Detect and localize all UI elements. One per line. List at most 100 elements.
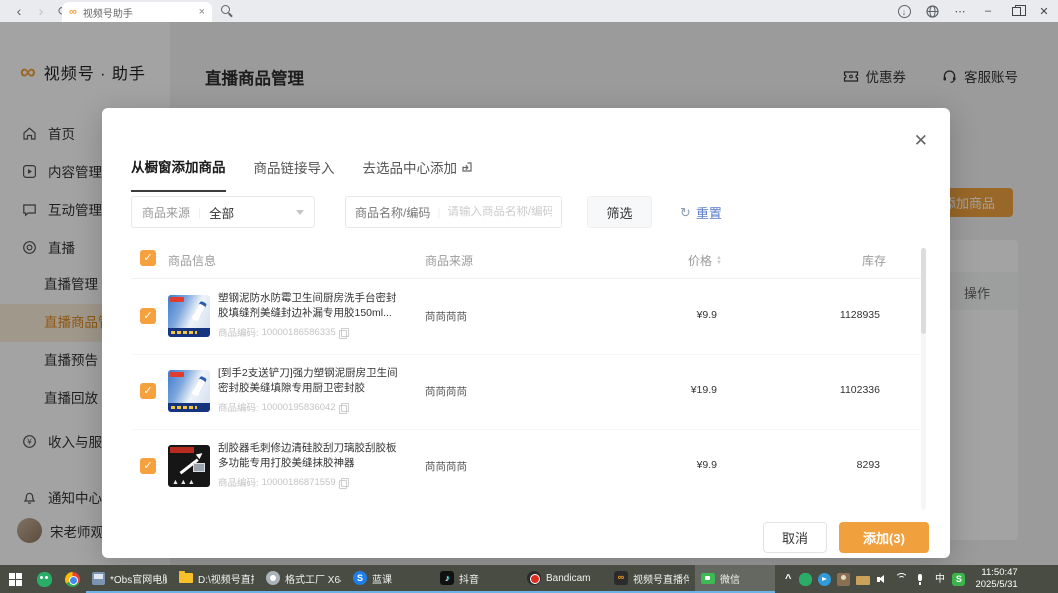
taskbar-item-channels-live[interactable]: ∞ 视频号直播伴侣 [608,565,695,593]
copy-icon[interactable] [339,403,347,412]
modal-scrollbar[interactable] [921,248,926,510]
scrollbar-thumb[interactable] [921,248,926,334]
volume-icon[interactable] [876,573,889,586]
product-stock: 8293 [778,459,880,471]
product-source: 苘苘苘苘 [425,459,467,474]
external-link-icon [461,161,473,173]
modal-footer: 取消 添加(3) [102,522,950,554]
douyin-icon: ♪ [440,571,454,585]
browser-menu-icon[interactable]: ⋯ [946,5,974,18]
product-code: 商品编码: 10000195836042 [218,400,400,414]
cancel-button[interactable]: 取消 [763,522,827,553]
confirm-add-button[interactable]: 添加(3) [839,522,929,553]
product-title: 刮胶器毛刺修边清硅胶刮刀璃胶刮胶板多功能专用打胶美缝抹胶神器 [218,441,400,471]
restore-icon[interactable] [1002,7,1030,16]
product-title: [到手2支送铲刀]强力塑钢泥厨房卫生间密封胶美缝填隙专用厨卫密封胶150M... [218,366,400,396]
product-source: 苘苘苘苘 [425,384,467,399]
add-product-modal: ✕ 从橱窗添加商品 商品链接导入 去选品中心添加 商品来源 | 全部 商品名称/… [102,108,950,558]
table-row[interactable]: ✓ ▲▲▲ 刮胶器毛刺修边清硅胶刮刀璃胶刮胶板多功能专用打胶美缝抹胶神器 商品编… [102,430,950,505]
name-filter-label: 商品名称/编码 [355,204,430,221]
reset-label: 重置 [696,203,722,222]
product-thumbnail [168,295,210,337]
sogou-icon[interactable]: S [952,573,965,586]
product-price: ¥9.9 [659,309,717,321]
taskbar-wechat-icon[interactable] [30,572,58,587]
filter-button[interactable]: 筛选 [587,196,652,228]
tab-add-from-showcase[interactable]: 从橱窗添加商品 [131,156,226,192]
source-select-value: 全部 [209,203,296,222]
taskbar-item-formatfactory[interactable]: 格式工厂 X64 ... [260,565,347,593]
tab-selection-center[interactable]: 去选品中心添加 [363,156,474,192]
copy-icon[interactable] [339,328,347,337]
tab-import-by-link[interactable]: 商品链接导入 [254,156,335,192]
browser-tab[interactable]: ∞ 视频号助手 × [62,2,212,22]
table-row[interactable]: ✓ [到手2支送铲刀]强力塑钢泥厨房卫生间密封胶美缝填隙专用厨卫密封胶150M.… [102,355,950,430]
tray-expand-icon[interactable]: ^ [783,573,793,585]
select-all-checkbox[interactable]: ✓ [140,250,156,266]
clock-time: 11:50:47 [975,567,1017,579]
product-source-select[interactable]: 商品来源 | 全部 [131,196,315,228]
microphone-icon[interactable] [914,573,927,586]
source-select-label: 商品来源 [142,204,190,221]
obs-icon [92,572,105,585]
taskbar-chrome-icon[interactable] [58,572,86,587]
close-icon[interactable]: ✕ [1030,5,1058,18]
bandicam-icon [527,571,541,585]
browser-forward-icon[interactable]: › [30,3,52,19]
column-header-stock: 库存 [862,252,886,269]
price-sort-icon[interactable]: ▲▼ [716,256,722,266]
product-stock: 1128935 [778,309,880,321]
system-tray: ^ 中 S [783,573,965,586]
row-checkbox[interactable]: ✓ [140,308,156,324]
window-controls: ↓ ⋯ – ✕ [890,0,1058,22]
tray-telegram-icon[interactable] [818,573,831,586]
screen-share-icon [701,573,715,584]
row-checkbox[interactable]: ✓ [140,383,156,399]
reset-button[interactable]: ↻ 重置 [680,203,722,222]
product-code: 商品编码: 10000186586335 [218,325,400,339]
channels-live-icon: ∞ [614,571,628,585]
tab-title: 视频号助手 [83,5,199,20]
taskbar-item-douyin[interactable]: ♪ 抖音 [434,565,521,593]
table-header: ✓ 商品信息 商品来源 价格 ▲▼ 库存 [102,248,950,274]
browser-bar: ‹ › ⟳ ∞ 视频号助手 × ↓ ⋯ – ✕ [0,0,1058,22]
browser-back-icon[interactable]: ‹ [8,3,30,19]
column-header-source: 商品来源 [425,252,473,269]
modal-close-icon[interactable]: ✕ [914,132,928,149]
product-source: 苘苘苘苘 [425,309,467,324]
globe-icon[interactable] [918,5,946,18]
tray-wechat-icon[interactable] [799,573,812,586]
refresh-icon: ↻ [680,205,691,221]
tray-card-icon[interactable] [856,576,870,585]
table-row[interactable]: ✓ 塑钢泥防水防霉卫生间厨房洗手台密封胶填缝剂美缝封边补漏专用胶150ml...… [102,280,950,355]
modal-tabs: 从橱窗添加商品 商品链接导入 去选品中心添加 [131,156,473,192]
tab-search-icon[interactable] [220,4,236,20]
chevron-down-icon [296,210,304,215]
taskbar-item-obs[interactable]: *Obs官网电脑... [86,565,173,593]
minimize-icon[interactable]: – [974,5,1002,17]
screen: ‹ › ⟳ ∞ 视频号助手 × ↓ ⋯ – ✕ ∞ 视频号 · 助手 [0,0,1058,593]
taskbar-item-lanke[interactable]: S 蓝课 [347,565,434,593]
row-checkbox[interactable]: ✓ [140,458,156,474]
format-factory-icon [266,571,280,585]
product-thumbnail [168,370,210,412]
copy-icon[interactable] [339,478,347,487]
product-title: 塑钢泥防水防霉卫生间厨房洗手台密封胶填缝剂美缝封边补漏专用胶150ml... [218,291,400,321]
product-name-filter: 商品名称/编码 | [345,196,562,228]
wifi-icon[interactable] [895,573,908,586]
product-code: 商品编码: 10000186871559 [218,475,400,489]
download-icon[interactable]: ↓ [890,5,918,18]
clock-date: 2025/5/31 [975,579,1017,591]
ime-indicator[interactable]: 中 [933,573,946,586]
product-price: ¥9.9 [659,459,717,471]
start-button[interactable] [0,573,30,586]
folder-icon [179,573,193,583]
taskbar-item-folder[interactable]: D:\视频号直播... [173,565,260,593]
tray-avatar-icon[interactable] [837,573,850,586]
taskbar-item-bandicam[interactable]: Bandicam [521,565,608,593]
taskbar-clock[interactable]: 11:50:47 2025/5/31 [975,567,1017,591]
product-name-input[interactable] [447,206,552,218]
lanke-icon: S [353,571,367,585]
taskbar-item-weixin-active[interactable]: 微信 [695,565,775,593]
tab-close-icon[interactable]: × [199,6,205,18]
